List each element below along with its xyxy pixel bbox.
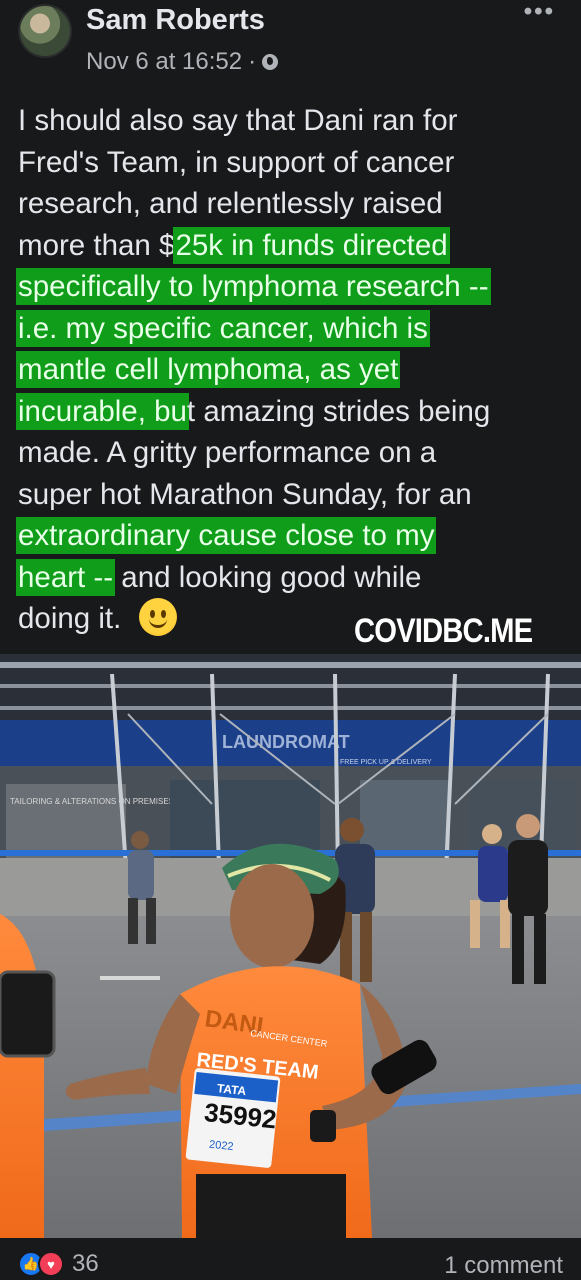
post-text-line: mantle cell lymphoma, as yet	[18, 349, 574, 391]
post-meta: Nov 6 at 16:52 ·	[86, 48, 279, 76]
post-text-segment: and looking good while	[113, 560, 422, 594]
post-text-line: made. A gritty performance on a	[18, 432, 574, 474]
marathon-photo: LAUNDROMAT FREE PICK UP & DELIVERY TAILO…	[0, 654, 581, 1238]
post-text-line: i.e. my specific cancer, which is	[18, 308, 574, 350]
post-timestamp[interactable]: Nov 6 at 16:52	[86, 48, 242, 76]
highlighted-text: 25k in funds directed	[175, 228, 448, 262]
author-name[interactable]: Sam Roberts	[86, 4, 265, 37]
post-text-segment: t amazing strides being	[186, 394, 491, 428]
post-text-line: extraordinary cause close to my	[18, 515, 574, 557]
post-text-line: research, and relentlessly raised	[18, 183, 574, 225]
post-text-segment: Fred's Team, in support of cancer	[18, 145, 455, 179]
post-text-segment: made. A gritty performance on a	[18, 436, 437, 469]
awning-text: FREE PICK UP & DELIVERY	[340, 759, 432, 766]
globe-icon	[262, 54, 279, 70]
highlighted-text: specifically to lymphoma research --	[18, 270, 489, 303]
post-text-line: super hot Marathon Sunday, for an	[18, 474, 574, 516]
watermark: COVIDBC.ME	[354, 612, 533, 650]
post-footer: 👍 ♥ 36 1 comment	[0, 1238, 581, 1280]
post-text-line: incurable, but amazing strides being	[18, 391, 574, 433]
post-text-segment: more than $	[18, 228, 176, 262]
comments-link[interactable]: 1 comment	[444, 1252, 563, 1280]
post-text-segment: research, and relentlessly raised	[18, 187, 443, 220]
slightly-smiling-face-emoji	[139, 598, 178, 636]
meta-separator: ·	[248, 48, 257, 75]
post-header: Sam Roberts Nov 6 at 16:52 · •••	[0, 0, 581, 90]
love-reaction-icon: ♥	[38, 1251, 64, 1277]
post-photo[interactable]: LAUNDROMAT FREE PICK UP & DELIVERY TAILO…	[0, 654, 581, 1238]
more-options-icon[interactable]: •••	[524, 0, 555, 26]
highlighted-text: extraordinary cause close to my	[18, 519, 435, 552]
highlighted-text: mantle cell lymphoma, as yet	[18, 353, 399, 386]
post-body: I should also say that Dani ran for Fred'…	[18, 100, 574, 640]
shop-sign: TAILORING & ALTERATIONS ON PREMISES	[10, 797, 174, 806]
post-text-line: Fred's Team, in support of cancer	[18, 142, 574, 184]
reaction-count: 36	[72, 1250, 99, 1277]
post-text-line: I should also say that Dani ran for	[18, 100, 574, 142]
avatar[interactable]	[18, 4, 72, 58]
highlighted-text: incurable, bu	[18, 394, 187, 428]
bib-year: 2022	[208, 1139, 234, 1153]
post-text-segment: super hot Marathon Sunday, for an	[18, 477, 472, 511]
reactions-summary[interactable]: 👍 ♥ 36	[18, 1250, 99, 1278]
post-text-segment: I should also say that Dani ran for	[18, 104, 458, 137]
highlighted-text: i.e. my specific cancer, which is	[18, 311, 428, 345]
highlighted-text: heart --	[18, 560, 114, 594]
storefront-sign: LAUNDROMAT	[222, 732, 350, 752]
post-text-line: specifically to lymphoma research --	[18, 266, 574, 308]
post-text-line: more than $25k in funds directed	[18, 225, 574, 267]
post-text-line: heart -- and looking good while	[18, 557, 574, 599]
post-text-segment: doing it.	[18, 602, 122, 635]
